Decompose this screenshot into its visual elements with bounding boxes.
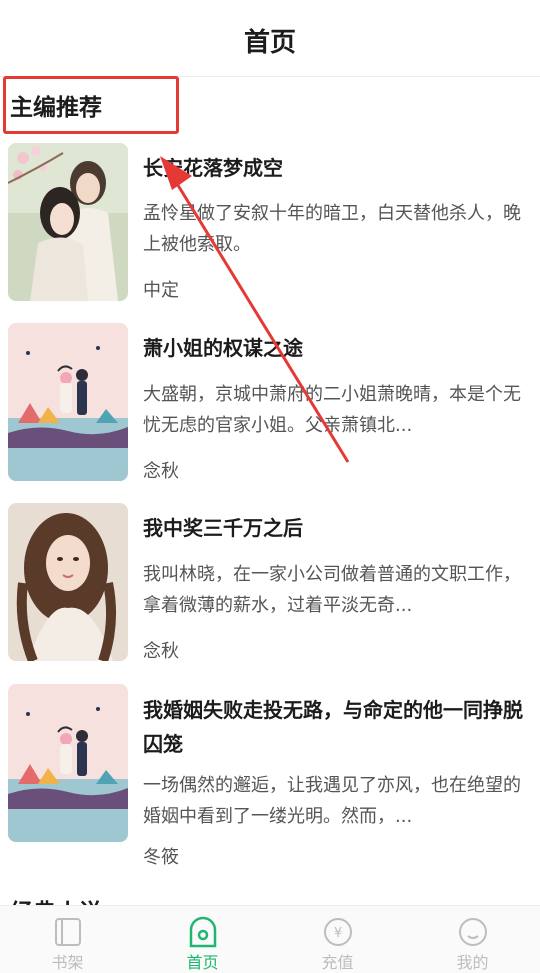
book-title[interactable]: 我婚姻失败走投无路，与命定的他一同挣脱囚笼 — [143, 693, 533, 761]
book-description: 我叫林晓，在一家小公司做着普通的文职工作，拿着微薄的薪水，过着平淡无奇... — [143, 564, 521, 616]
annotation-highlight-box — [3, 76, 179, 134]
page-title: 首页 — [243, 28, 296, 58]
book-title[interactable]: 长安花落梦成空 — [143, 151, 533, 185]
book-cover-4[interactable] — [8, 684, 128, 842]
tab-recharge[interactable]: ¥ 充值 — [270, 906, 405, 973]
recharge-icon: ¥ — [323, 918, 352, 946]
book-title[interactable]: 我中奖三千万之后 — [143, 511, 533, 545]
book-title[interactable]: 萧小姐的权谋之途 — [143, 331, 533, 365]
profile-icon — [458, 918, 487, 946]
book-cover-2[interactable] — [8, 323, 128, 481]
tab-bookshelf[interactable]: 书架 — [0, 906, 135, 973]
book-cover-1[interactable] — [8, 143, 128, 301]
book-description: 大盛朝，京城中萧府的二小姐萧晚晴，本是个无忧无虑的官家小姐。父亲萧镇北... — [143, 384, 521, 436]
book-item-1[interactable]: 长安花落梦成空 孟怜星做了安叙十年的暗卫，白天替他杀人，晚上被他索取。 中定 — [0, 143, 540, 313]
bottom-tab-bar: 书架 首页 ¥ 充值 我的 — [0, 905, 540, 973]
tab-label: 充值 — [321, 953, 354, 972]
tab-label: 首页 — [186, 953, 219, 972]
book-cover-3[interactable] — [8, 503, 128, 661]
book-description: 孟怜星做了安叙十年的暗卫，白天替他杀人，晚上被他索取。 — [143, 203, 521, 255]
bookshelf-icon — [54, 918, 81, 946]
book-author: 念秋 — [143, 641, 179, 662]
book-item-4[interactable]: 我婚姻失败走投无路，与命定的他一同挣脱囚笼 一场偶然的邂逅，让我遇见了亦风，也在… — [0, 684, 540, 868]
svg-text:¥: ¥ — [333, 926, 341, 941]
book-item-3[interactable]: 我中奖三千万之后 我叫林晓，在一家小公司做着普通的文职工作，拿着微薄的薪水，过着… — [0, 503, 540, 673]
book-description: 一场偶然的邂逅，让我遇见了亦风，也在绝望的婚姻中看到了一缕光明。然而，... — [143, 775, 521, 827]
tab-profile[interactable]: 我的 — [405, 906, 540, 973]
book-author: 念秋 — [143, 461, 179, 482]
book-author: 中定 — [143, 280, 179, 301]
top-header: 首页 — [0, 0, 540, 77]
tab-home[interactable]: 首页 — [135, 906, 270, 973]
tab-label: 我的 — [456, 953, 489, 972]
book-item-2[interactable]: 萧小姐的权谋之途 大盛朝，京城中萧府的二小姐萧晚晴，本是个无忧无虑的官家小姐。父… — [0, 323, 540, 493]
home-icon — [189, 916, 216, 948]
tab-label: 书架 — [51, 953, 84, 972]
book-author: 冬筱 — [143, 847, 179, 868]
